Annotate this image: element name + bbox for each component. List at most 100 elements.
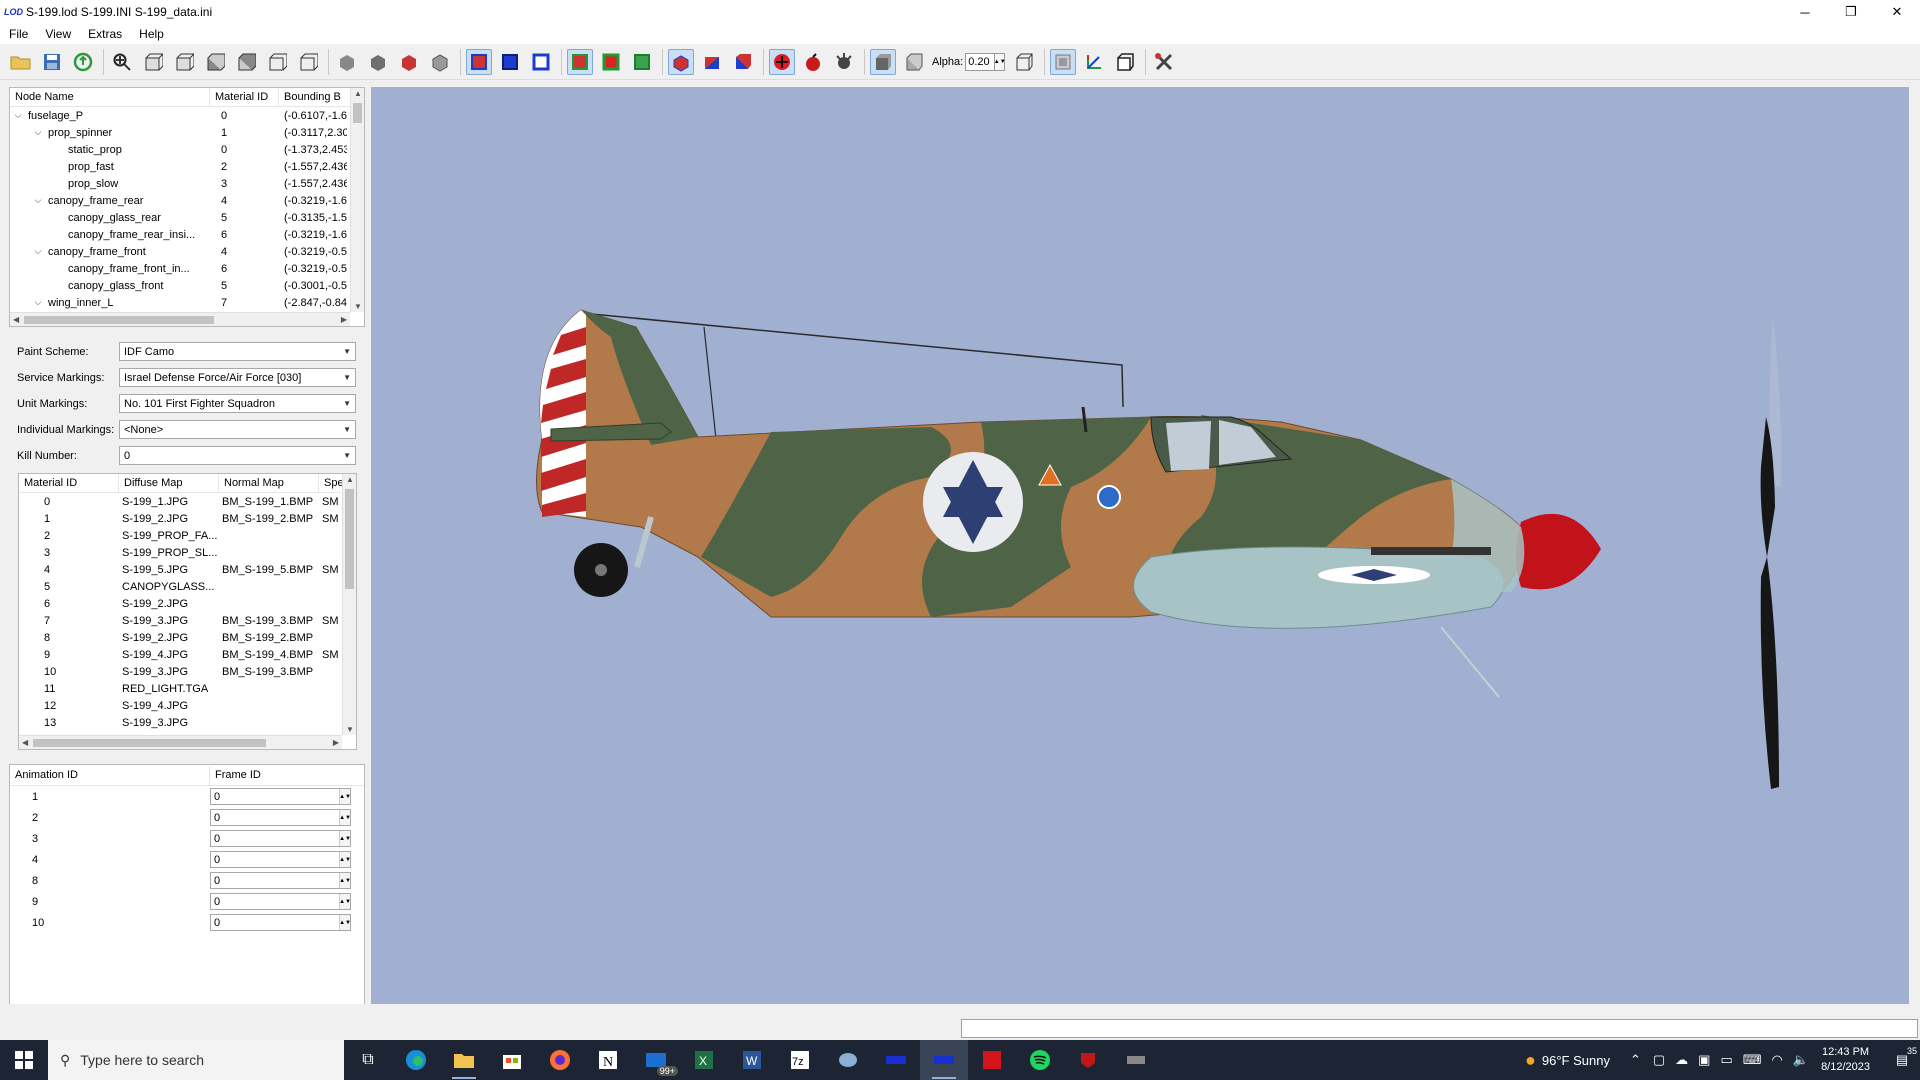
scroll-left-icon[interactable]: ◀ <box>22 738 28 747</box>
notification-center-icon[interactable]: ▤ 35 <box>1884 1046 1920 1068</box>
scroll-right-icon[interactable]: ▶ <box>341 315 347 324</box>
target-icon[interactable] <box>769 48 795 75</box>
restore-button[interactable]: ❐ <box>1828 0 1874 24</box>
frame-id-stepper[interactable]: 0 ▲▼ <box>210 809 351 826</box>
mirror-icon[interactable] <box>1050 48 1077 75</box>
tree-node[interactable]: static_prop 0 (-1.373,2.453 <box>10 141 364 158</box>
col-specular-map[interactable]: Spe <box>319 474 344 493</box>
col-normal-map[interactable]: Normal Map <box>219 474 319 493</box>
material-vscroll[interactable]: ▲ ▼ <box>342 474 356 735</box>
material-row[interactable]: 11 RED_LIGHT.TGA <box>19 680 356 697</box>
lod-viewer-icon[interactable] <box>872 1040 920 1080</box>
menu-file[interactable]: File <box>9 27 28 41</box>
spinner-arrows-icon[interactable]: ▲▼ <box>339 789 351 804</box>
light-cube-icon[interactable] <box>730 49 756 75</box>
clock[interactable]: 12:43 PM 8/12/2023 <box>1821 1045 1870 1075</box>
save-icon[interactable] <box>39 49 65 75</box>
task-view-icon[interactable]: ⧉ <box>344 1040 392 1080</box>
material-row[interactable]: 6 S-199_2.JPG <box>19 595 356 612</box>
light-mesh-icon[interactable] <box>668 48 694 75</box>
unit-markings-select[interactable]: No. 101 First Fighter Squadron ▼ <box>119 394 356 413</box>
frame-id-stepper[interactable]: 0 ▲▼ <box>210 788 351 805</box>
material-row[interactable]: 12 S-199_4.JPG <box>19 697 356 714</box>
close-button[interactable]: ✕ <box>1874 0 1920 24</box>
damage-icon[interactable] <box>831 49 857 75</box>
store-icon[interactable] <box>488 1040 536 1080</box>
tools-icon[interactable] <box>1151 49 1177 75</box>
spinner-arrows-icon[interactable]: ▲▼ <box>339 810 351 825</box>
view-left-icon[interactable] <box>202 49 228 75</box>
col-node-name[interactable]: Node Name <box>10 88 210 107</box>
word-icon[interactable]: W <box>728 1040 776 1080</box>
paint-icon[interactable] <box>824 1040 872 1080</box>
weather-text[interactable]: 96°F Sunny <box>1542 1053 1610 1068</box>
alpha-input[interactable]: 0.20 <box>965 52 996 71</box>
firefox-icon[interactable] <box>536 1040 584 1080</box>
col-material-id[interactable]: Material ID <box>19 474 119 493</box>
solid-shade-icon[interactable] <box>334 49 360 75</box>
col-frame-id[interactable]: Frame ID <box>210 766 360 785</box>
menu-extras[interactable]: Extras <box>88 27 122 41</box>
individual-markings-select[interactable]: <None> ▼ <box>119 420 356 439</box>
lod-viewer-active-icon[interactable] <box>920 1040 968 1080</box>
solid-cube-icon[interactable] <box>870 48 896 75</box>
view-right-icon[interactable] <box>233 49 259 75</box>
box-open-icon[interactable] <box>1112 49 1138 75</box>
col-diffuse-map[interactable]: Diffuse Map <box>119 474 219 493</box>
menu-view[interactable]: View <box>45 27 71 41</box>
paint-scheme-select[interactable]: IDF Camo ▼ <box>119 342 356 361</box>
bomb-icon[interactable] <box>800 49 826 75</box>
windows-start-icon[interactable] <box>0 1040 48 1080</box>
col-animation-id[interactable]: Animation ID <box>10 765 210 785</box>
material-row[interactable]: 10 S-199_3.JPG BM_S-199_3.BMP <box>19 663 356 680</box>
spinner-arrows-icon[interactable]: ▲▼ <box>339 915 351 930</box>
3d-viewport[interactable] <box>371 87 1909 1004</box>
scroll-down-icon[interactable]: ▼ <box>354 302 362 311</box>
wire-shade-icon[interactable] <box>427 49 453 75</box>
mail-icon[interactable]: 99+ <box>632 1040 680 1080</box>
tree-node[interactable]: prop_fast 2 (-1.557,2.436 <box>10 158 364 175</box>
node-tree-vscroll[interactable]: ▲ ▼ <box>350 88 364 312</box>
chevron-down-icon[interactable]: ⌵ <box>32 127 44 138</box>
frame-id-stepper[interactable]: 0 ▲▼ <box>210 851 351 868</box>
scroll-thumb[interactable] <box>353 103 362 123</box>
spinner-arrows-icon[interactable]: ▲▼ <box>339 873 351 888</box>
tree-node[interactable]: canopy_frame_rear_insi... 6 (-0.3219,-1.6 <box>10 226 364 243</box>
material-row[interactable]: 1 S-199_2.JPG BM_S-199_2.BMP SM <box>19 510 356 527</box>
bounding-box-outline-icon[interactable] <box>528 49 554 75</box>
scroll-left-icon[interactable]: ◀ <box>13 315 19 324</box>
normals-red-icon[interactable] <box>567 48 593 75</box>
view-top-icon[interactable] <box>264 49 290 75</box>
bounding-box-blue-icon[interactable] <box>497 49 523 75</box>
node-tree-hscroll[interactable]: ◀ ▶ <box>10 312 350 326</box>
tree-node[interactable]: ⌵ canopy_frame_rear 4 (-0.3219,-1.6 <box>10 192 364 209</box>
menu-help[interactable]: Help <box>139 27 164 41</box>
7zip-icon[interactable]: 7z <box>776 1040 824 1080</box>
chevron-down-icon[interactable]: ⌵ <box>32 297 44 308</box>
tree-node[interactable]: canopy_frame_front_in... 6 (-0.3219,-0.5 <box>10 260 364 277</box>
view-back-icon[interactable] <box>171 49 197 75</box>
material-row[interactable]: 9 S-199_4.JPG BM_S-199_4.BMP SM <box>19 646 356 663</box>
scroll-up-icon[interactable]: ▲ <box>346 475 354 484</box>
file-explorer-icon[interactable] <box>440 1040 488 1080</box>
onedrive-icon[interactable]: ☁ <box>1675 1052 1688 1068</box>
material-row[interactable]: 8 S-199_2.JPG BM_S-199_2.BMP <box>19 629 356 646</box>
material-row[interactable]: 3 S-199_PROP_SL... <box>19 544 356 561</box>
material-row[interactable]: 13 S-199_3.JPG <box>19 714 356 731</box>
material-row[interactable]: 7 S-199_3.JPG BM_S-199_3.BMP SM <box>19 612 356 629</box>
zoom-icon[interactable] <box>109 49 135 75</box>
tree-node[interactable]: ⌵ fuselage_P 0 (-0.6107,-1.6 <box>10 107 364 124</box>
service-markings-select[interactable]: Israel Defense Force/Air Force [030] ▼ <box>119 368 356 387</box>
flat-shade-icon[interactable] <box>365 49 391 75</box>
alpha-spinner[interactable]: ▲▼ <box>994 52 1006 71</box>
wifi-icon[interactable]: ◠ <box>1772 1052 1783 1068</box>
material-row[interactable]: 4 S-199_5.JPG BM_S-199_5.BMP SM <box>19 561 356 578</box>
battery-icon[interactable]: ▭ <box>1720 1052 1732 1068</box>
open-folder-icon[interactable] <box>8 49 34 75</box>
volume-icon[interactable]: 🔈 <box>1793 1052 1809 1068</box>
axes-icon[interactable] <box>1081 49 1107 75</box>
weather-icon[interactable]: ● <box>1525 1050 1536 1071</box>
chevron-up-icon[interactable]: ⌃ <box>1630 1052 1641 1068</box>
misc-app-icon[interactable] <box>1112 1040 1160 1080</box>
tree-node[interactable]: prop_slow 3 (-1.557,2.436 <box>10 175 364 192</box>
